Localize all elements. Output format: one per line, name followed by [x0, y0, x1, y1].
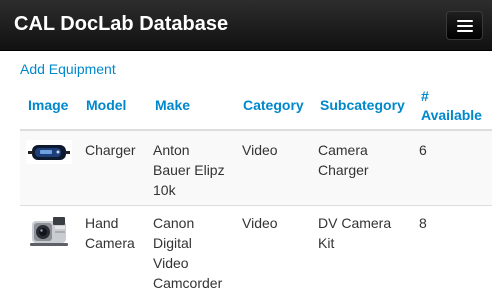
cell-model: Charger	[85, 142, 136, 158]
column-header-available-label: Available	[421, 107, 482, 123]
app-brand-title[interactable]: CAL DocLab Database	[14, 13, 228, 36]
cell-category: Video	[242, 215, 278, 231]
cell-category: Video	[242, 142, 278, 158]
cell-subcategory: Camera Charger	[318, 142, 369, 178]
add-equipment-link[interactable]: Add Equipment	[20, 61, 116, 77]
menu-toggle-button[interactable]	[446, 11, 483, 40]
column-header-available[interactable]: # Available	[421, 87, 482, 125]
cell-available: 8	[419, 215, 427, 231]
top-navbar: CAL DocLab Database	[0, 0, 492, 51]
camcorder-image	[26, 212, 72, 250]
battery-charger-image	[26, 140, 72, 164]
column-header-image[interactable]: Image	[28, 96, 68, 115]
cell-model: Hand Camera	[85, 215, 135, 251]
cell-subcategory: DV Camera Kit	[318, 215, 392, 251]
column-header-model[interactable]: Model	[86, 96, 126, 115]
cell-make: Anton Bauer Elipz 10k	[153, 142, 225, 198]
column-header-make[interactable]: Make	[155, 96, 190, 115]
charger-thumbnail[interactable]	[26, 140, 72, 164]
camcorder-thumbnail[interactable]	[26, 212, 72, 250]
column-header-category[interactable]: Category	[243, 96, 304, 115]
cell-make: Canon Digital Video Camcorder	[153, 215, 223, 291]
column-header-available-hash: #	[421, 88, 429, 104]
cell-available: 6	[419, 142, 427, 158]
column-header-subcategory[interactable]: Subcategory	[320, 96, 405, 115]
